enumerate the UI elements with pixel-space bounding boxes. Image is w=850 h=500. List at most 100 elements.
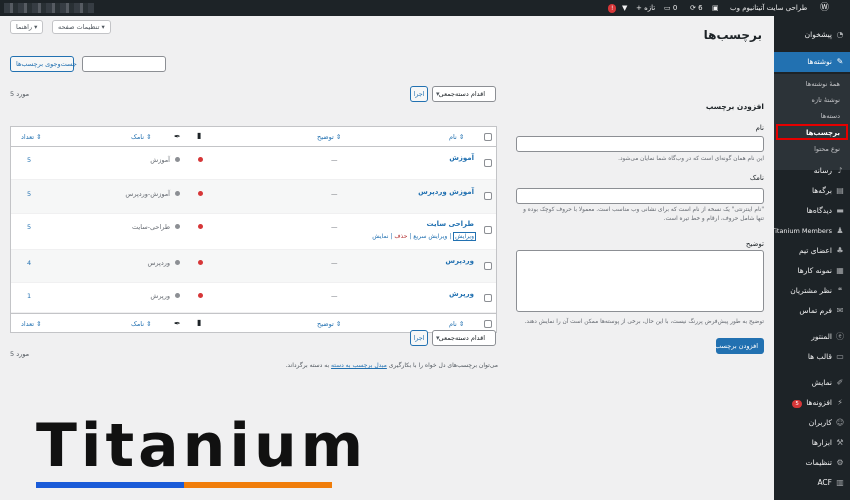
edit-link[interactable]: ویرایش — [453, 232, 476, 241]
row-checkbox[interactable] — [484, 262, 492, 270]
menu-templates[interactable]: ▭ قالب ها — [774, 348, 850, 366]
site-name-link[interactable]: طراحی سایت آتیتانیوم وب — [730, 0, 807, 16]
yoast-icon[interactable]: ▼ — [622, 0, 627, 16]
slug-label: نامک — [749, 174, 764, 182]
screen-options-tab[interactable]: تنظیمات صفحه ▾ — [52, 20, 111, 34]
plugins-update-badge: 5 — [792, 400, 802, 408]
menu-team-members[interactable]: ♣ اعضای تیم — [774, 242, 850, 260]
add-tag-title: افزودن برچسب — [705, 102, 764, 111]
menu-titanium-members[interactable]: ♟ Titanium Members — [771, 222, 850, 240]
help-tab[interactable]: راهنما ▾ — [10, 20, 44, 34]
menu-media[interactable]: ♪ رسانه — [774, 162, 850, 180]
items-count-top: 5 مورد — [10, 90, 30, 98]
members-icon: ♟ — [836, 226, 844, 235]
column-description-header[interactable]: توضیح ⇕ — [317, 133, 341, 141]
new-content-link[interactable]: + تازه — [636, 0, 655, 16]
site-icon[interactable]: ▣ — [712, 0, 719, 16]
tag-converter-link[interactable]: مبدل برچسب به دسته — [331, 362, 387, 369]
titanium-logo: Titanium — [36, 410, 363, 492]
term-name-link[interactable]: ورپرش — [449, 290, 474, 298]
updates-count: 6 — [698, 4, 703, 12]
search-input[interactable] — [82, 56, 166, 72]
term-count-link[interactable]: 1 — [27, 292, 31, 300]
readability-status-dot — [175, 157, 180, 162]
menu-comments[interactable]: ▬ دیدگاه‌ها — [774, 202, 850, 220]
term-slug: طراحی-سایت — [132, 223, 170, 231]
menu-portfolio[interactable]: ▦ نمونه کارها — [774, 262, 850, 280]
table-row: آموزش — آموزش 5 — [11, 147, 496, 180]
column-name-footer[interactable]: نام ⇕ — [449, 320, 464, 328]
menu-users[interactable]: ☺ کاربران — [774, 414, 850, 432]
logo-blue-bar — [36, 482, 184, 488]
row-checkbox[interactable] — [484, 159, 492, 167]
tag-description-textarea[interactable] — [516, 250, 764, 312]
bulk-actions-select-bottom[interactable]: اقدام دسته‌جمعی — [432, 330, 496, 346]
comment-icon: ▬ — [836, 206, 844, 215]
wordpress-logo-icon[interactable]: Ⓦ — [820, 0, 829, 16]
term-name-link[interactable]: وردپرس — [445, 257, 474, 265]
updates-link[interactable]: ⟳ 6 — [690, 0, 703, 16]
column-slug-header[interactable]: نامک ⇕ — [131, 133, 152, 141]
pin-icon: ✎ — [836, 57, 844, 66]
menu-plugins[interactable]: ⚡ افزونه‌ها 5 — [774, 394, 850, 412]
term-count-link[interactable]: 5 — [27, 156, 31, 164]
elementor-icon: ⓔ — [836, 332, 844, 341]
term-count-link[interactable]: 5 — [27, 223, 31, 231]
column-name-header[interactable]: نام ⇕ — [449, 133, 464, 141]
menu-posts[interactable]: ✎ نوشته‌ها — [774, 52, 850, 72]
menu-pages[interactable]: ▤ برگه‌ها — [774, 182, 850, 200]
column-slug-footer[interactable]: نامک ⇕ — [131, 320, 152, 328]
apply-button-bottom[interactable]: اجرا — [410, 330, 428, 346]
submenu-all-posts[interactable]: همهٔ نوشته‌ها — [774, 77, 850, 91]
tag-slug-input[interactable] — [516, 188, 764, 204]
bulk-actions-select-top[interactable]: اقدام دسته‌جمعی — [432, 86, 496, 102]
logo-orange-bar — [184, 482, 332, 488]
term-description: — — [331, 292, 338, 300]
term-count-link[interactable]: 5 — [27, 190, 31, 198]
select-all-checkbox[interactable] — [484, 133, 492, 141]
search-tags-button[interactable]: جست‌وجوی برچسب‌ها — [10, 56, 77, 72]
tag-name-input[interactable] — [516, 136, 764, 152]
add-tag-submit-button[interactable]: افزودن برچسب — [715, 338, 764, 354]
menu-testimonials[interactable]: ❝ نظر مشتریان — [774, 282, 850, 300]
term-name-link[interactable]: آموزش وردپرس — [418, 188, 474, 196]
menu-settings[interactable]: ⚙ تنظیمات — [774, 454, 850, 472]
apply-button-top[interactable]: اجرا — [410, 86, 428, 102]
wrench-icon: ⚒ — [836, 438, 844, 447]
delete-link[interactable]: حذف — [394, 233, 407, 240]
slug-help: "نام اینترنتی" یک نسخه از نام است که برا… — [523, 207, 764, 222]
select-all-checkbox-bottom[interactable] — [484, 320, 492, 328]
column-description-footer[interactable]: توضیح ⇕ — [317, 320, 341, 328]
quick-edit-link[interactable]: ویرایش سریع — [413, 233, 447, 240]
term-description: — — [331, 223, 338, 231]
menu-contact-form[interactable]: ✉ فرم تماس — [774, 302, 850, 320]
menu-dashboard[interactable]: ◔ پیشخوان — [774, 26, 850, 44]
updates-icon: ⟳ — [690, 4, 696, 12]
column-count-header[interactable]: تعداد ⇕ — [21, 133, 42, 141]
menu-tools[interactable]: ⚒ ابزارها — [774, 434, 850, 452]
term-name-link[interactable]: طراحی سایت — [427, 220, 474, 228]
term-count-link[interactable]: 4 — [27, 259, 31, 267]
term-name-link[interactable]: آموزش — [449, 154, 474, 162]
submenu-content-type[interactable]: نوع محتوا — [774, 142, 850, 156]
submenu-categories[interactable]: دسته‌ها — [774, 109, 850, 123]
mail-icon: ✉ — [836, 306, 844, 315]
menu-elementor[interactable]: ⓔ المنتور — [774, 328, 850, 346]
row-checkbox[interactable] — [484, 192, 492, 200]
row-checkbox[interactable] — [484, 294, 492, 302]
submenu-new-post[interactable]: نوشتهٔ تازه — [774, 93, 850, 107]
readability-status-dot — [175, 260, 180, 265]
column-count-footer[interactable]: تعداد ⇕ — [21, 320, 42, 328]
logo-text: Titanium — [36, 411, 368, 481]
acf-icon: ▥ — [836, 478, 844, 487]
view-link[interactable]: نمایش — [372, 233, 388, 240]
menu-appearance[interactable]: ✐ نمایش — [774, 374, 850, 392]
comments-link[interactable]: ▭ 0 — [664, 0, 677, 16]
tags-highlight-box — [776, 124, 848, 140]
notification-badge[interactable]: ! — [608, 0, 617, 16]
menu-acf[interactable]: ▥ ACF — [774, 474, 850, 492]
table-row: ورپرش — ورپرش 1 — [11, 283, 496, 313]
feather-icon: ✒ — [174, 319, 181, 328]
row-checkbox[interactable] — [484, 226, 492, 234]
seo-status-dot — [198, 293, 203, 298]
